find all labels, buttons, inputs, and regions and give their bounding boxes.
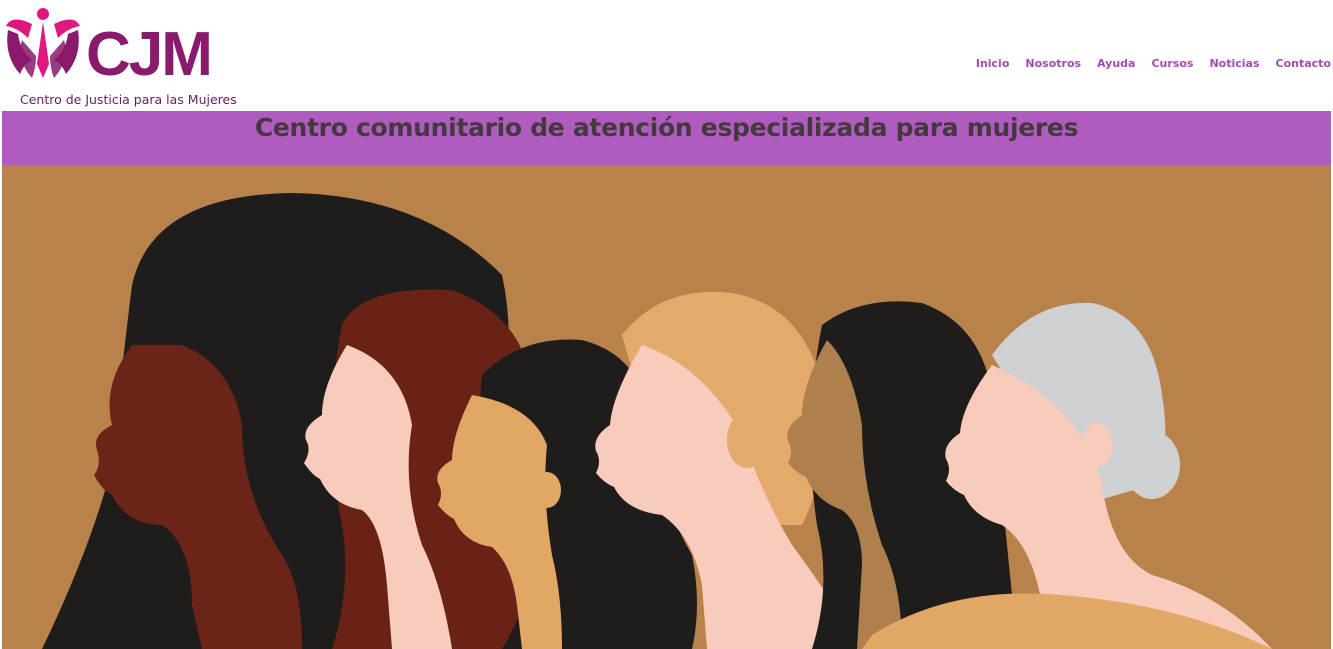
logo-tagline: Centro de Justicia para las Mujeres bbox=[20, 92, 237, 107]
nav-link-nosotros[interactable]: Nosotros bbox=[1025, 57, 1081, 70]
butterfly-person-icon bbox=[6, 8, 80, 78]
site-logo[interactable]: CJM Centro de Justicia para las Mujeres bbox=[2, 4, 237, 110]
nav-link-cursos[interactable]: Cursos bbox=[1151, 57, 1193, 70]
title-banner: Centro comunitario de atención especiali… bbox=[2, 111, 1331, 165]
nav-link-noticias[interactable]: Noticias bbox=[1209, 57, 1259, 70]
nav-link-contacto[interactable]: Contacto bbox=[1276, 57, 1331, 70]
women-profiles-image bbox=[2, 165, 1331, 649]
nav-link-inicio[interactable]: Inicio bbox=[976, 57, 1010, 70]
site-header: CJM Centro de Justicia para las Mujeres … bbox=[0, 0, 1333, 111]
hero-illustration bbox=[2, 165, 1331, 649]
page-title: Centro comunitario de atención especiali… bbox=[254, 113, 1079, 142]
nav-link-ayuda[interactable]: Ayuda bbox=[1097, 57, 1135, 70]
main-nav: Inicio Nosotros Ayuda Cursos Noticias Co… bbox=[976, 57, 1331, 70]
logo-letters: CJM bbox=[86, 20, 213, 89]
